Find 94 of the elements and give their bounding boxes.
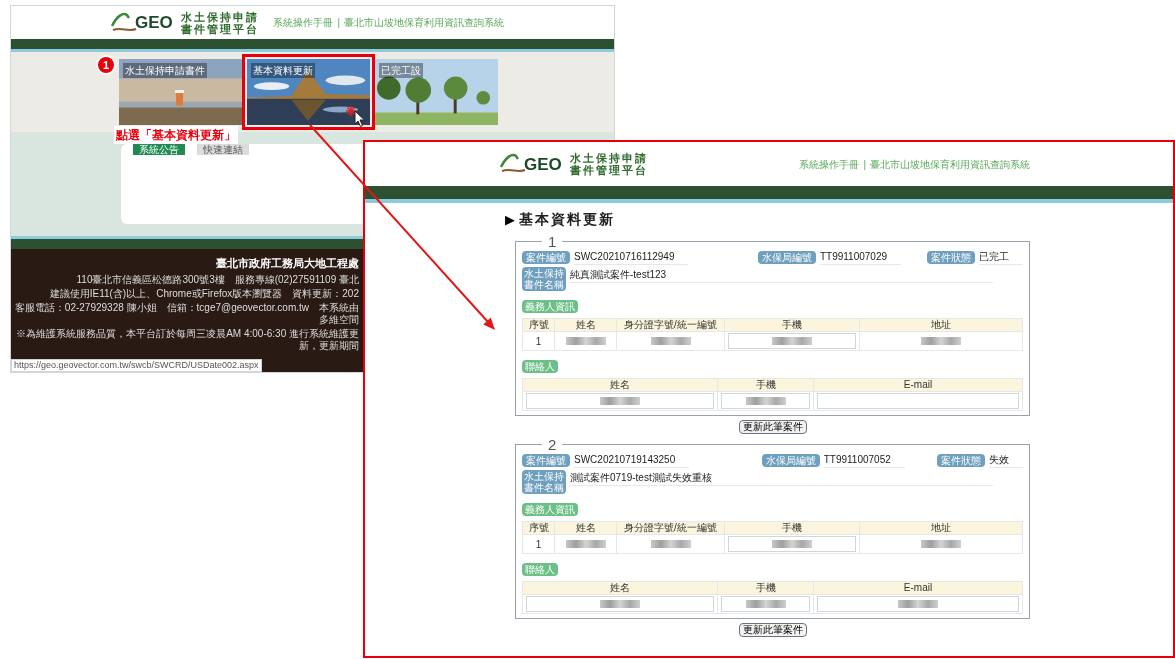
record-number: 2 xyxy=(547,437,558,452)
field-label: 水保局編號 xyxy=(761,453,820,467)
section-tag: 義務人資訊 xyxy=(522,300,578,313)
field-value: 測試案件0719-test測試失效重核 xyxy=(570,470,993,486)
column-header: 序號 xyxy=(522,318,555,332)
tab[interactable]: 快速連結 xyxy=(197,144,249,155)
redacted-text xyxy=(921,540,961,548)
callout-text: 點選「基本資料更新」 xyxy=(114,126,238,144)
column-header: 地址 xyxy=(859,521,1023,535)
column-header: 手機 xyxy=(724,521,860,535)
card-label: 基本資料更新 xyxy=(251,63,315,78)
column-header: 姓名 xyxy=(522,581,718,595)
logo-wordmark: GEO xyxy=(524,155,562,173)
table-cell-text: 1 xyxy=(535,538,542,550)
logo-title: 水土保持申請 書件管理平台 xyxy=(569,152,648,176)
field-label: 水土保持書件名稱 xyxy=(522,470,566,494)
field-label: 案件編號 xyxy=(522,453,570,467)
field-label: 案件編號 xyxy=(522,250,570,264)
input-field[interactable] xyxy=(817,596,1019,612)
column-header: 姓名 xyxy=(554,318,617,332)
input-field[interactable] xyxy=(526,393,714,409)
column-header: E-mail xyxy=(813,581,1023,595)
field-value: SWC20210716112949 xyxy=(574,249,689,265)
header-link[interactable]: 臺北市山坡地保育利用資訊查詢系統 xyxy=(344,15,504,30)
step-badge: 1 xyxy=(96,55,116,75)
column-header: 序號 xyxy=(522,521,555,535)
logo-swoosh-icon xyxy=(111,11,137,34)
redacted-text xyxy=(772,337,812,345)
redacted-text xyxy=(600,397,640,405)
column-header: E-mail xyxy=(813,378,1023,392)
redacted-text xyxy=(565,540,606,548)
column-header: 姓名 xyxy=(522,378,718,392)
field-value: 已完工 xyxy=(979,249,1023,265)
record-number: 1 xyxy=(547,234,558,249)
update-record-button[interactable]: 更新此筆案件 xyxy=(738,420,807,434)
input-field[interactable] xyxy=(721,596,810,612)
link-separator: | xyxy=(863,157,866,172)
logo-title: 水土保持申請 書件管理平台 xyxy=(180,10,259,35)
field-label: 水土保持書件名稱 xyxy=(522,267,566,291)
field-label: 案件狀態 xyxy=(927,250,975,264)
redacted-text xyxy=(600,600,640,608)
tab[interactable]: 系統公告 xyxy=(133,144,185,155)
header-link[interactable]: 系統操作手冊 xyxy=(799,156,860,172)
link-separator: | xyxy=(337,16,340,30)
heading-marker: ▶ xyxy=(505,210,515,229)
footer-title: 臺北市政府工務局大地工程處 xyxy=(216,256,359,271)
column-header: 姓名 xyxy=(554,521,617,535)
column-header: 手機 xyxy=(724,318,860,332)
input-field[interactable] xyxy=(817,393,1019,409)
update-record-button[interactable]: 更新此筆案件 xyxy=(738,623,807,637)
redacted-text xyxy=(745,600,786,608)
feature-card[interactable]: 基本資料更新 xyxy=(247,59,370,125)
page-heading: 基本資料更新 xyxy=(519,210,615,229)
input-field[interactable] xyxy=(728,536,856,552)
column-header: 地址 xyxy=(859,318,1023,332)
redacted-text xyxy=(772,540,812,548)
column-header: 身分證字號/統一編號 xyxy=(616,318,725,332)
field-value: TT9911007052 xyxy=(823,452,905,468)
input-field[interactable] xyxy=(721,393,810,409)
input-field[interactable] xyxy=(728,333,856,349)
footer-text: 110臺北市信義區松德路300號3樓 服務專線(02)27591109 臺北 xyxy=(76,273,359,286)
redacted-text xyxy=(921,337,961,345)
footer-text: 建議使用IE11(含)以上、Chrome或Firefox版本瀏覽器 資料更新：202 xyxy=(49,287,359,300)
field-value: TT9911007029 xyxy=(819,249,902,265)
footer-text: ※為維護系統服務品質，本平台訂於每周三凌晨AM 4:00-6:30 進行系統維護更新，更新期間 xyxy=(15,327,359,352)
footer-text: 客服電話：02-27929328 陳小姐 信箱：tcge7@geovector.com.tw 本系統由多維空間 xyxy=(13,301,359,326)
redacted-text xyxy=(650,540,691,548)
cursor-icon xyxy=(354,110,366,128)
column-header: 身分證字號/統一編號 xyxy=(616,521,725,535)
card-label: 已完工設 xyxy=(379,63,423,78)
logo-swoosh-icon xyxy=(500,153,526,175)
field-value: 純真測試案件-test123 xyxy=(570,267,993,283)
header-link[interactable]: 系統操作手冊 xyxy=(273,15,334,30)
card-label: 水土保持申請書件 xyxy=(123,63,207,78)
redacted-text xyxy=(745,397,786,405)
column-header: 手機 xyxy=(717,581,814,595)
input-field[interactable] xyxy=(526,596,714,612)
header-link[interactable]: 臺北市山坡地保育利用資訊查詢系統 xyxy=(870,156,1030,172)
click-burst-icon xyxy=(346,106,356,116)
feature-card[interactable]: 已完工設 xyxy=(375,59,498,125)
column-header: 手機 xyxy=(717,378,814,392)
redacted-text xyxy=(565,337,606,345)
section-tag: 義務人資訊 xyxy=(522,503,578,516)
field-value: 失效 xyxy=(989,452,1023,468)
section-tag: 聯絡人 xyxy=(522,563,558,576)
redacted-text xyxy=(898,600,938,608)
field-label: 案件狀態 xyxy=(937,453,985,467)
feature-card[interactable]: 水土保持申請書件 xyxy=(119,59,242,125)
field-label: 水保局編號 xyxy=(757,250,816,264)
redacted-text xyxy=(650,337,691,345)
logo-wordmark: GEO xyxy=(135,14,173,31)
section-tag: 聯絡人 xyxy=(522,360,558,373)
field-value: SWC20210719143250 xyxy=(574,452,690,468)
table-cell-text: 1 xyxy=(535,335,542,347)
